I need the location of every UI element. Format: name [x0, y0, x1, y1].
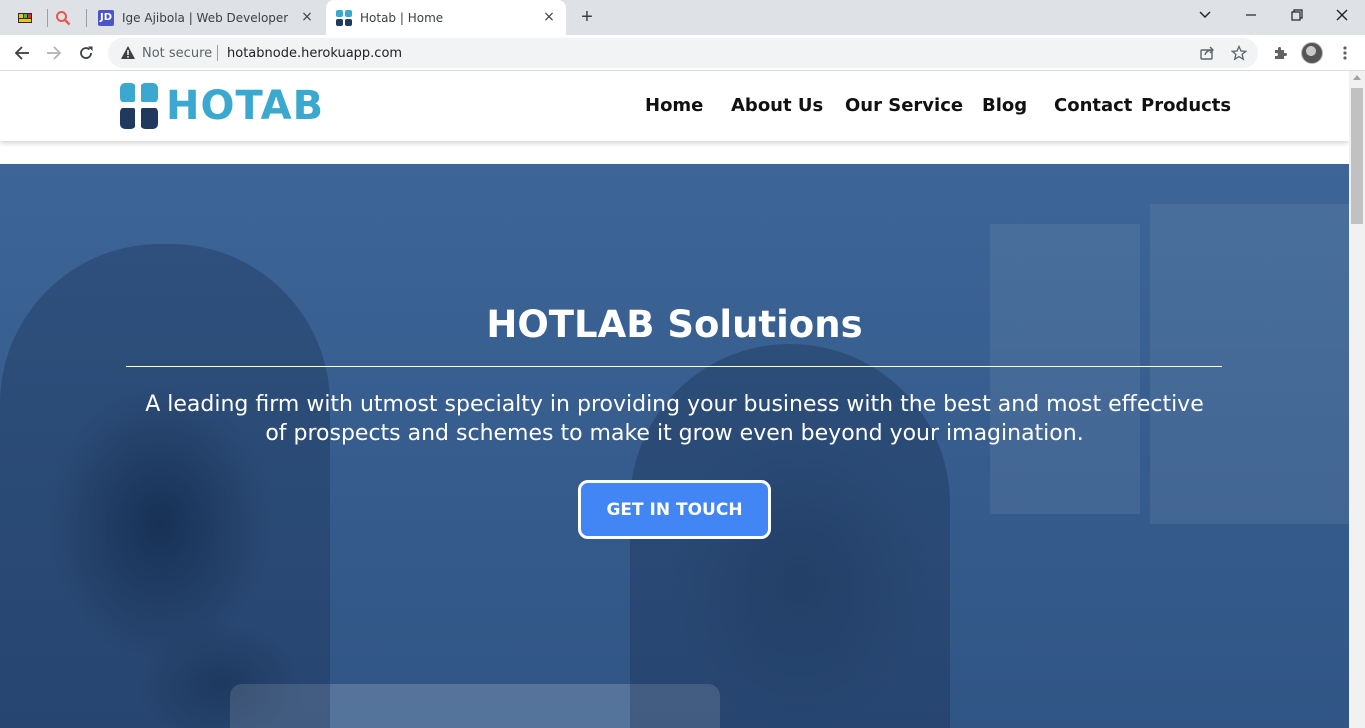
address-bar[interactable]: Not secure hotabnode.herokuapp.com — [108, 38, 1258, 68]
main-nav: Home About Us Our Service Blog Contact P… — [0, 95, 1349, 119]
hero-divider — [126, 366, 1222, 367]
security-status[interactable]: Not secure — [142, 46, 212, 61]
page-viewport: HOTAB Home About Us Our Service Blog Con… — [0, 71, 1349, 728]
restore-button[interactable] — [1274, 0, 1320, 30]
minimize-icon — [1246, 14, 1256, 16]
browser-toolbar: Not secure hotabnode.herokuapp.com — [0, 35, 1365, 71]
magnifier-favicon-icon — [55, 10, 71, 26]
back-button[interactable] — [8, 39, 36, 67]
kebab-menu-icon — [1343, 46, 1347, 60]
minimize-button[interactable] — [1228, 0, 1274, 30]
tab-strip: JD Ige Ajibola | Web Developer × Hotab |… — [0, 0, 1365, 35]
site-header: HOTAB Home About Us Our Service Blog Con… — [0, 71, 1349, 141]
restore-icon — [1291, 9, 1303, 21]
profile-avatar[interactable] — [1301, 42, 1323, 64]
background-shelf — [1150, 204, 1349, 524]
extensions-button[interactable] — [1266, 39, 1294, 67]
reload-button[interactable] — [72, 39, 100, 67]
nav-contact[interactable]: Contact — [1054, 95, 1132, 116]
chevron-down-icon — [1199, 11, 1211, 18]
scroll-up-arrow-icon[interactable] — [1353, 75, 1361, 80]
page-scrollbar[interactable] — [1349, 71, 1365, 728]
new-tab-button[interactable]: + — [575, 5, 599, 29]
get-in-touch-button[interactable]: GET IN TOUCH — [578, 480, 771, 539]
tab-label: Hotab | Home — [360, 10, 444, 25]
nav-home[interactable]: Home — [645, 95, 703, 116]
arrow-left-icon — [14, 46, 29, 60]
hero-subtitle: A leading firm with utmost specialty in … — [145, 392, 1204, 446]
scrollbar-thumb[interactable] — [1351, 88, 1363, 224]
nav-products[interactable]: Products — [1141, 95, 1231, 116]
nav-blog[interactable]: Blog — [982, 95, 1027, 116]
reload-icon — [80, 46, 93, 59]
colorful-grid-favicon-icon — [17, 10, 33, 26]
pinned-tab-1[interactable] — [10, 0, 48, 35]
hero-section: HOTLAB Solutions A leading firm with utm… — [0, 164, 1349, 728]
tab-hotab-home[interactable]: Hotab | Home × — [326, 0, 566, 35]
hotab-favicon-icon — [336, 9, 352, 26]
close-window-button[interactable] — [1319, 0, 1365, 30]
puzzle-icon — [1275, 47, 1287, 59]
warning-triangle-icon[interactable] — [120, 45, 136, 66]
close-tab-icon[interactable]: × — [300, 10, 314, 24]
tab-separator — [86, 9, 87, 27]
arrow-right-icon — [47, 46, 62, 60]
background-shelf — [990, 224, 1140, 514]
menu-button[interactable] — [1331, 39, 1359, 67]
close-icon — [1336, 9, 1348, 21]
url-text[interactable]: hotabnode.herokuapp.com — [227, 46, 402, 61]
share-icon[interactable] — [1198, 44, 1216, 62]
divider — [217, 45, 218, 61]
jd-favicon-icon: JD — [98, 9, 114, 26]
forward-button[interactable] — [40, 39, 68, 67]
hero-title: HOTLAB Solutions — [486, 303, 863, 346]
tab-search-button[interactable] — [1182, 0, 1228, 30]
pinned-tab-2[interactable] — [48, 0, 86, 35]
nav-about-us[interactable]: About Us — [731, 95, 823, 116]
nav-our-service[interactable]: Our Service — [845, 95, 963, 116]
bookmark-star-icon[interactable] — [1230, 44, 1248, 62]
tab-portfolio[interactable]: JD Ige Ajibola | Web Developer × — [88, 0, 324, 35]
close-tab-icon[interactable]: × — [542, 10, 556, 24]
tab-label: Ige Ajibola | Web Developer — [122, 10, 289, 25]
